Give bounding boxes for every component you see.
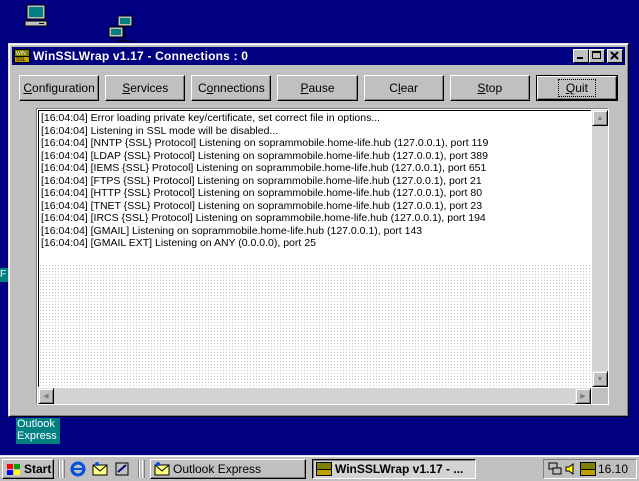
services-button[interactable]: Services (105, 75, 186, 101)
winsslwrap-icon (316, 462, 332, 476)
triangle-down-icon: ▼ (596, 375, 604, 383)
show-desktop-icon[interactable] (114, 461, 130, 477)
clear-label: Clear (389, 81, 418, 95)
window-title: WinSSLWrap v1.17 - Connections : 0 (33, 49, 249, 63)
configuration-label: Configuration (23, 81, 95, 95)
start-button[interactable]: Start (2, 459, 54, 479)
scrollbar-corner (592, 388, 608, 404)
scroll-left-button[interactable]: ◀ (38, 388, 54, 404)
connections-label: Connections (197, 81, 265, 95)
connections-button[interactable]: Connections (191, 75, 272, 101)
network-tray-icon[interactable] (548, 462, 562, 476)
clear-button[interactable]: Clear (363, 75, 444, 101)
log-line: [16:04:04] Error loading private key/cer… (41, 112, 381, 124)
horizontal-scrollbar[interactable]: ◀ ▶ (38, 388, 591, 404)
configuration-button[interactable]: Configuration (19, 75, 100, 101)
clock[interactable]: 16.10 (598, 462, 628, 476)
scroll-down-button[interactable]: ▼ (592, 371, 608, 387)
quick-launch-grip[interactable] (62, 460, 65, 478)
stop-label: Stop (477, 81, 503, 95)
start-label: Start (24, 462, 52, 476)
svg-text:SSL: SSL (16, 57, 26, 63)
log-line: [16:04:04] [TNET {SSL} Protocol] Listeni… (41, 199, 483, 212)
log-line: [16:04:04] [GMAIL] Listening on soprammo… (41, 224, 423, 237)
scroll-right-button[interactable]: ▶ (575, 388, 591, 404)
minimize-icon (577, 57, 583, 59)
task-winsslwrap-label: WinSSLWrap v1.17 - ... (335, 462, 464, 476)
outlook-express-quick-icon[interactable] (92, 461, 108, 477)
triangle-right-icon: ▶ (580, 392, 586, 400)
log-line: [16:04:04] Listening in SSL mode will be… (41, 124, 279, 137)
task-winsslwrap[interactable]: WinSSLWrap v1.17 - ... (312, 459, 476, 479)
log-line: [16:04:04] [NNTP {SSL} Protocol] Listeni… (41, 137, 489, 149)
triangle-up-icon: ▲ (596, 114, 604, 122)
task-outlook-express[interactable]: Outlook Express (150, 459, 306, 479)
maximize-icon (592, 51, 601, 59)
pause-label: Pause (300, 81, 335, 95)
log-line: [16:04:04] [GMAIL EXT] Listening on ANY … (41, 237, 316, 249)
close-button[interactable] (607, 49, 623, 63)
pause-button[interactable]: Pause (277, 75, 358, 101)
taskbar: Start Outlook Express WinSSLWrap v1.17 -… (0, 455, 639, 481)
services-label: Services (122, 81, 169, 95)
taskbar-separator (58, 460, 60, 478)
log-line: [16:04:04] [HTTP {SSL} Protocol] Listeni… (41, 187, 483, 199)
task-outlook-express-label: Outlook Express (173, 462, 262, 476)
outlook-express-desktop-label[interactable]: Outlook Express (16, 418, 60, 444)
taskbar-separator (138, 460, 140, 478)
volume-icon[interactable] (564, 462, 578, 476)
log-line: [16:04:04] [IRCS {SSL} Protocol] Listeni… (41, 212, 486, 224)
minimize-button[interactable] (573, 49, 589, 63)
log-line: [16:04:04] [FTPS {SSL} Protocol] Listeni… (41, 174, 482, 187)
vertical-scrollbar[interactable]: ▲ ▼ (592, 110, 608, 387)
triangle-left-icon: ◀ (43, 392, 49, 400)
windows-logo-icon (7, 463, 20, 475)
quit-label: Quit (557, 79, 596, 97)
network-neighborhood-icon[interactable] (108, 15, 138, 43)
log-content: [16:04:04] Error loading private key/cer… (38, 110, 591, 387)
desktop-edge-icon: F (0, 268, 8, 282)
toolbar: Configuration Services Connections Pause… (19, 75, 618, 103)
winsslwrap-icon: WIN SSL (14, 49, 30, 63)
system-tray: 16.10 (543, 459, 637, 479)
title-bar[interactable]: WIN SSL WinSSLWrap v1.17 - Connections :… (12, 47, 625, 65)
internet-explorer-icon[interactable] (70, 461, 86, 477)
winsslwrap-tray-icon[interactable] (580, 462, 596, 476)
quit-button[interactable]: Quit (535, 75, 618, 101)
log-panel[interactable]: [16:04:04] Error loading private key/cer… (36, 108, 609, 405)
outlook-express-icon (154, 462, 170, 476)
stop-button[interactable]: Stop (449, 75, 530, 101)
log-line: [16:04:04] [LDAP {SSL} Protocol] Listeni… (41, 149, 488, 162)
scroll-up-button[interactable]: ▲ (592, 110, 608, 126)
log-line: [16:04:04] [IEMS {SSL} Protocol] Listeni… (41, 162, 487, 174)
close-icon (610, 51, 619, 60)
tasks-grip[interactable] (142, 460, 145, 478)
my-computer-icon[interactable] (24, 4, 50, 28)
log-lines: [16:04:04] Error loading private key/cer… (39, 111, 591, 264)
maximize-button[interactable] (589, 49, 605, 63)
